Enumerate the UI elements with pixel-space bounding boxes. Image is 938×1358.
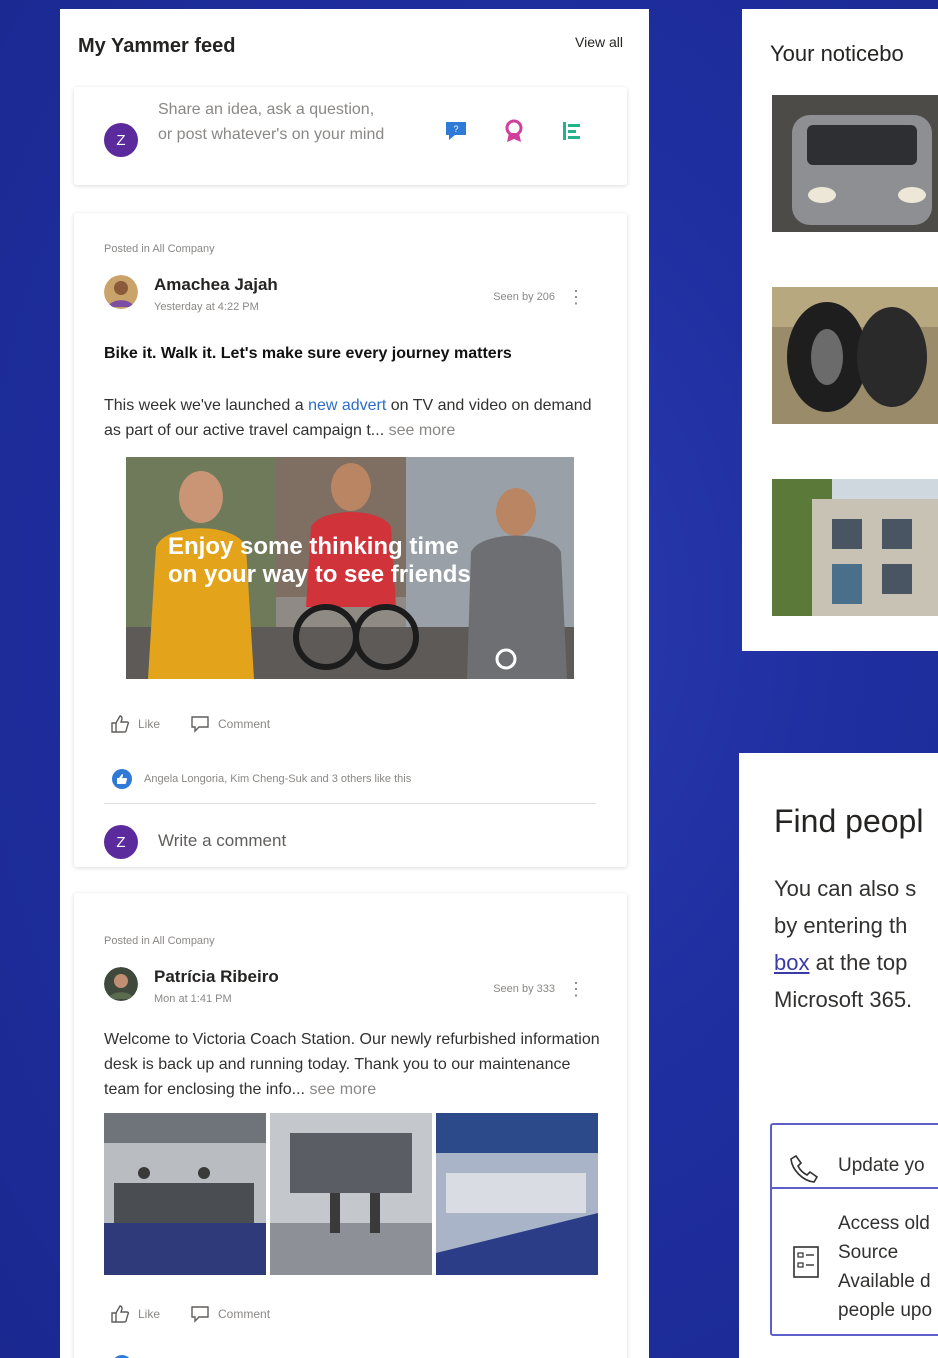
description-line: box at the top	[774, 944, 938, 981]
author-avatar[interactable]	[104, 967, 138, 1001]
contact-card-icon	[793, 1246, 819, 1278]
comment-label: Comment	[218, 1307, 271, 1321]
image-caption-line-1: Enjoy some thinking time	[168, 533, 459, 560]
feed-post: Posted in All Company Amachea Jajah Yest…	[74, 213, 627, 867]
update-details-label: Update yo	[838, 1155, 925, 1176]
see-more-link[interactable]: see more	[309, 1081, 376, 1098]
seen-count: Seen by 333	[493, 983, 555, 995]
like-button[interactable]: Like	[110, 715, 160, 733]
more-options-icon[interactable]: ⋮	[567, 977, 585, 1001]
description-line: You can also s	[774, 876, 917, 901]
post-actions: Like Comment	[110, 715, 270, 733]
find-people-description: You can also s by entering th box at the…	[774, 870, 938, 1018]
seen-count: Seen by 206	[493, 291, 555, 303]
like-label: Like	[138, 717, 161, 731]
like-button[interactable]: Like	[110, 1305, 160, 1323]
search-box-link[interactable]: box	[774, 950, 809, 975]
divider	[104, 803, 596, 804]
like-icon	[111, 1305, 130, 1323]
find-people-title: Find peopl	[774, 803, 924, 839]
post-body: Welcome to Victoria Coach Station. Our n…	[104, 1027, 604, 1102]
write-comment-input[interactable]: Write a comment	[158, 831, 286, 851]
post-image-gallery	[104, 1113, 598, 1275]
likes-summary[interactable]: Angela Longoria, Kim Cheng-Suk and 3 oth…	[112, 769, 411, 789]
gallery-image[interactable]	[270, 1113, 432, 1275]
button-text-line: people upo	[838, 1300, 933, 1321]
notice-thumbnail-house[interactable]	[772, 479, 938, 616]
noticeboard-title: Your noticebo	[770, 41, 904, 66]
post-body-text: This week we've launched a	[104, 397, 309, 414]
composer-placeholder[interactable]: Share an idea, ask a question, or post w…	[158, 97, 388, 147]
posted-in-label: Posted in All Company	[104, 935, 215, 947]
comment-button[interactable]: Comment	[190, 1305, 270, 1323]
user-avatar: Z	[104, 123, 138, 157]
button-text-line: Access old	[838, 1213, 930, 1234]
comment-icon	[191, 716, 209, 733]
yammer-feed-title: My Yammer feed	[78, 35, 236, 57]
post-composer[interactable]: Z Share an idea, ask a question, or post…	[74, 87, 627, 185]
author-name[interactable]: Amachea Jajah	[154, 275, 278, 295]
post-headline: Bike it. Walk it. Let's make sure every …	[104, 345, 512, 362]
button-text-line: Available d	[838, 1271, 931, 1292]
gallery-image[interactable]	[436, 1113, 598, 1275]
comment-button[interactable]: Comment	[190, 715, 270, 733]
praise-icon[interactable]	[500, 117, 528, 145]
phone-icon	[790, 1154, 819, 1183]
see-more-link[interactable]: see more	[389, 422, 456, 439]
more-options-icon[interactable]: ⋮	[567, 285, 585, 309]
yammer-feed-card: My Yammer feed View all Z Share an idea,…	[60, 9, 649, 1358]
description-line: Microsoft 365.	[774, 987, 913, 1012]
gallery-image[interactable]	[104, 1113, 266, 1275]
new-advert-link[interactable]: new advert	[308, 397, 386, 414]
comment-label: Comment	[218, 717, 271, 731]
comment-icon	[191, 1306, 209, 1323]
access-old-source-button[interactable]: Access old Source Available d people upo	[770, 1187, 938, 1336]
button-text-line: Source	[838, 1242, 899, 1263]
description-line: by entering th	[774, 913, 908, 938]
notice-thumbnail-tyres[interactable]	[772, 287, 938, 424]
author-avatar[interactable]	[104, 275, 138, 309]
commenter-avatar: Z	[104, 825, 138, 859]
feed-post: Posted in All Company Patrícia Ribeiro M…	[74, 893, 627, 1358]
poll-icon[interactable]	[558, 117, 586, 145]
description-line-rest: at the top	[809, 950, 908, 975]
notice-thumbnail-car[interactable]	[772, 95, 938, 232]
post-timestamp: Yesterday at 4:22 PM	[154, 301, 259, 313]
access-old-source-label: Access old Source Available d people upo	[838, 1209, 932, 1325]
svg-text:?: ?	[453, 124, 458, 134]
post-image[interactable]: Enjoy some thinking time on your way to …	[126, 457, 574, 679]
post-timestamp: Mon at 1:41 PM	[154, 993, 232, 1005]
like-icon	[111, 715, 130, 733]
image-caption-line-2: on your way to see friends	[168, 561, 471, 588]
likes-text: Angela Longoria, Kim Cheng-Suk and 3 oth…	[144, 773, 412, 785]
posted-in-label: Posted in All Company	[104, 243, 215, 255]
post-actions: Like Comment	[110, 1305, 270, 1323]
noticeboard-card: Your noticebo	[742, 9, 938, 651]
view-all-link[interactable]: View all	[575, 34, 623, 50]
find-people-card: Find peopl You can also s by entering th…	[739, 753, 938, 1358]
question-icon[interactable]: ?	[442, 117, 470, 145]
image-caption: Enjoy some thinking time on your way to …	[168, 533, 471, 589]
like-badge-icon	[112, 769, 132, 789]
post-body: This week we've launched a new advert on…	[104, 393, 604, 443]
like-label: Like	[138, 1307, 161, 1321]
author-name[interactable]: Patrícia Ribeiro	[154, 967, 279, 987]
